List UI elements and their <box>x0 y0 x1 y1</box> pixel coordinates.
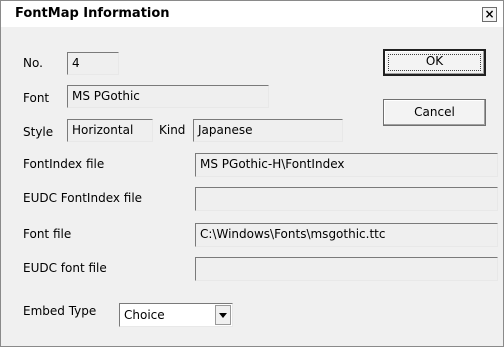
eudc-fontindex-label: EUDC FontIndex file <box>23 191 143 205</box>
fontindex-label: FontIndex file <box>23 157 105 171</box>
kind-field: Japanese <box>193 119 343 142</box>
cancel-button[interactable]: Cancel <box>383 99 486 126</box>
eudc-fontfile-field <box>195 257 498 281</box>
style-field: Horizontal <box>67 119 153 142</box>
eudc-fontindex-field <box>195 187 498 211</box>
no-label: No. <box>23 56 43 70</box>
ok-button[interactable]: OK <box>383 49 486 76</box>
embed-type-select[interactable]: Choice <box>119 303 233 327</box>
style-label: Style <box>23 125 54 139</box>
font-label: Font <box>23 91 50 105</box>
eudc-fontfile-label: EUDC font file <box>23 261 107 275</box>
chevron-down-icon[interactable] <box>215 305 231 325</box>
font-field: MS PGothic <box>67 85 269 108</box>
fontfile-label: Font file <box>23 227 72 241</box>
embed-type-value: Choice <box>124 308 165 322</box>
fontmap-dialog: FontMap Information × No. 4 Font MS PGot… <box>0 0 504 347</box>
embed-type-label: Embed Type <box>23 304 97 318</box>
close-icon[interactable]: × <box>482 7 497 22</box>
focus-rect <box>388 54 481 71</box>
title-bar: FontMap Information × <box>1 1 503 27</box>
dialog-title: FontMap Information <box>15 6 170 21</box>
fontfile-field: C:\Windows\Fonts\msgothic.ttc <box>195 223 498 247</box>
kind-label: Kind <box>159 123 186 137</box>
fontindex-field: MS PGothic-H\FontIndex <box>195 153 498 177</box>
no-field: 4 <box>67 52 119 75</box>
